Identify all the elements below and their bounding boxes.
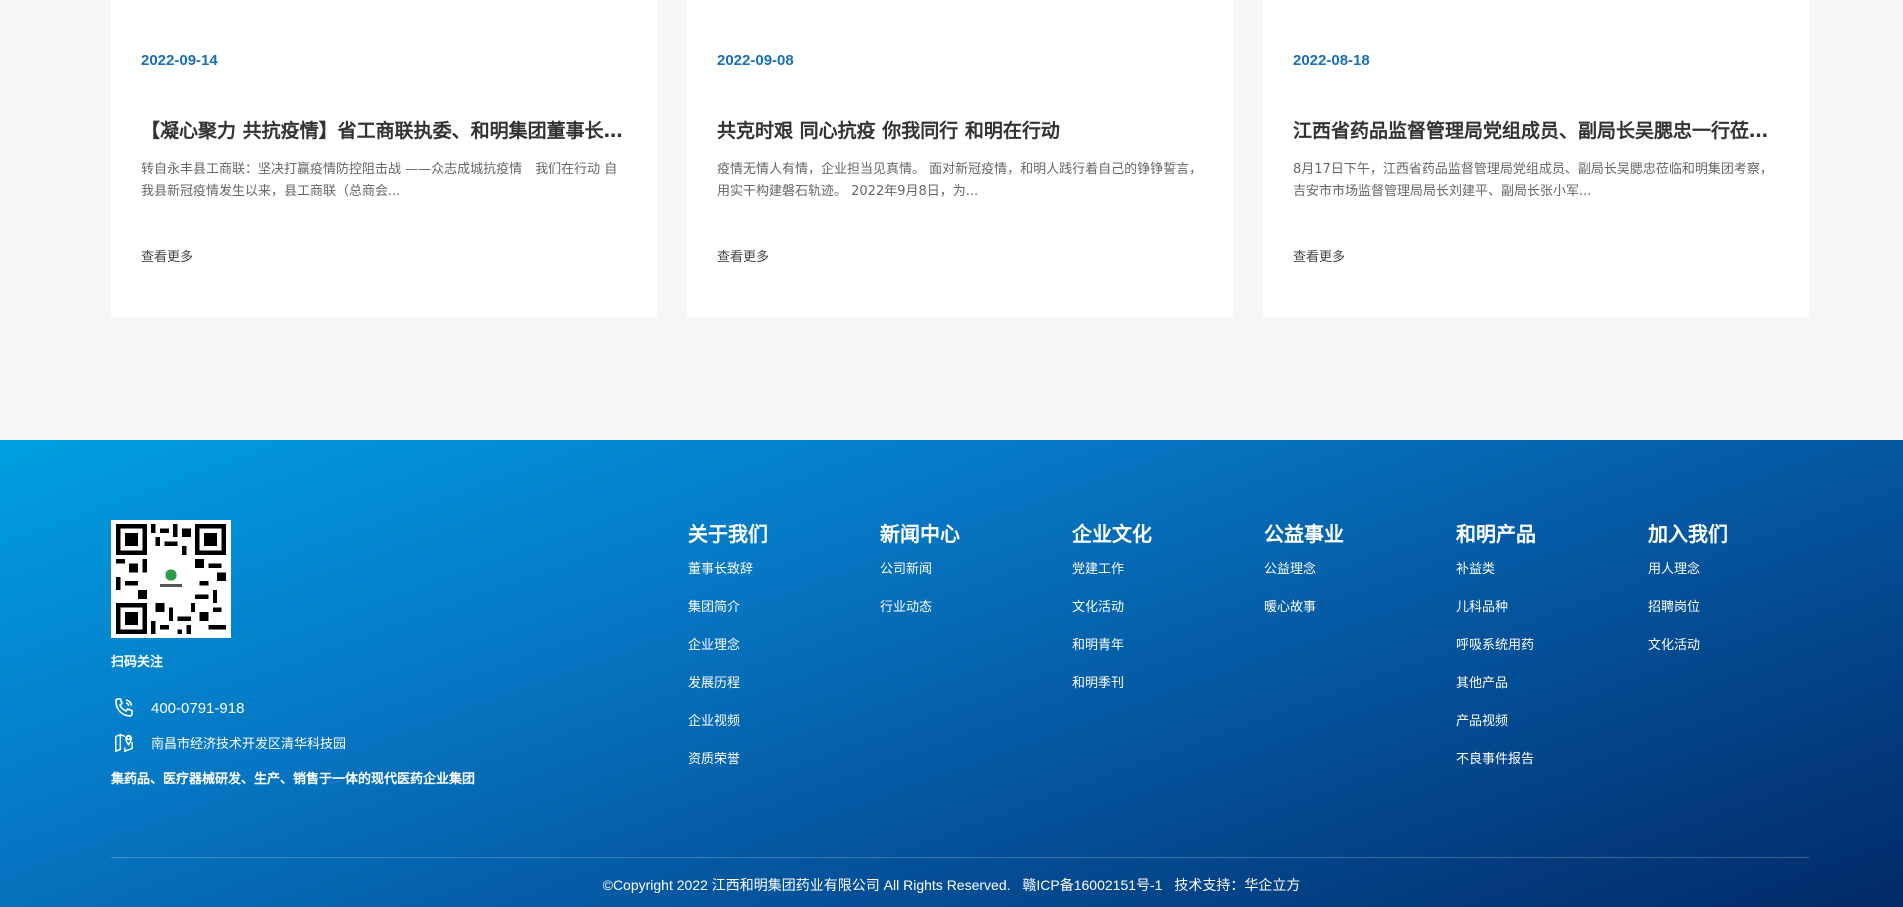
nav-heading[interactable]: 和明产品 — [1456, 518, 1536, 547]
qr-code-icon — [111, 520, 231, 638]
footer-nav-news: 新闻中心 公司新闻 行业动态 — [880, 518, 960, 637]
nav-link[interactable]: 和明青年 — [1072, 637, 1152, 655]
qr-label: 扫码关注 — [111, 655, 164, 670]
nav-link[interactable]: 其他产品 — [1456, 675, 1536, 693]
nav-link[interactable]: 公司新闻 — [880, 561, 960, 579]
nav-heading[interactable]: 企业文化 — [1072, 518, 1152, 547]
nav-link[interactable]: 资质荣誉 — [688, 751, 768, 769]
nav-link[interactable]: 发展历程 — [688, 675, 768, 693]
nav-link[interactable]: 集团简介 — [688, 599, 768, 617]
footer-nav-join: 加入我们 用人理念 招聘岗位 文化活动 — [1648, 518, 1728, 675]
news-excerpt: 转自永丰县工商联：坚决打赢疫情防控阻击战 ——众志成城抗疫情 我们在行动 自我县… — [141, 162, 618, 199]
news-date: 2022-08-18 — [1293, 52, 1370, 69]
icp-link[interactable]: 赣ICP备16002151号-1 — [1022, 877, 1162, 893]
read-more-link[interactable]: 查看更多 — [717, 246, 769, 265]
footer-divider — [111, 857, 1809, 858]
nav-link[interactable]: 用人理念 — [1648, 561, 1728, 579]
nav-link[interactable]: 行业动态 — [880, 599, 960, 617]
footer-nav-charity: 公益事业 公益理念 暖心故事 — [1264, 518, 1344, 637]
news-section: 2022-09-14 【凝心聚力 共抗疫情】省工商联执委、和明集团董事长… 转自… — [0, 0, 1903, 416]
address-contact: 南昌市经济技术开发区清华科技园 — [111, 730, 346, 754]
tech-support-link[interactable]: 技术支持：华企立方 — [1174, 877, 1300, 893]
footer-nav-culture: 企业文化 党建工作 文化活动 和明青年 和明季刊 — [1072, 518, 1152, 713]
news-title[interactable]: 【凝心聚力 共抗疫情】省工商联执委、和明集团董事长… — [141, 116, 627, 143]
nav-link[interactable]: 呼吸系统用药 — [1456, 637, 1536, 655]
nav-heading[interactable]: 公益事业 — [1264, 518, 1344, 547]
news-card[interactable]: 2022-09-14 【凝心聚力 共抗疫情】省工商联执委、和明集团董事长… 转自… — [111, 0, 657, 317]
nav-heading[interactable]: 关于我们 — [688, 518, 768, 547]
nav-link[interactable]: 和明季刊 — [1072, 675, 1152, 693]
map-icon — [111, 730, 137, 754]
nav-link[interactable]: 产品视频 — [1456, 713, 1536, 731]
news-excerpt: 疫情无情人有情，企业担当见真情。 面对新冠疫情，和明人践行着自己的铮铮誓言，用实… — [717, 162, 1203, 199]
nav-link[interactable]: 暖心故事 — [1264, 599, 1344, 617]
nav-link[interactable]: 董事长致辞 — [688, 561, 768, 579]
nav-heading[interactable]: 加入我们 — [1648, 518, 1728, 547]
footer-nav-products: 和明产品 补益类 儿科品种 呼吸系统用药 其他产品 产品视频 不良事件报告 — [1456, 518, 1536, 789]
nav-link[interactable]: 文化活动 — [1648, 637, 1728, 655]
copyright-text: ©Copyright 2022 江西和明集团药业有限公司 All Rights … — [602, 877, 1011, 893]
phone-icon — [111, 696, 137, 720]
nav-link[interactable]: 补益类 — [1456, 561, 1536, 579]
phone-contact: 400-0791-918 — [111, 696, 244, 720]
address-text: 南昌市经济技术开发区清华科技园 — [151, 736, 347, 752]
nav-link[interactable]: 不良事件报告 — [1456, 751, 1536, 769]
nav-link[interactable]: 公益理念 — [1264, 561, 1344, 579]
nav-link[interactable]: 党建工作 — [1072, 561, 1152, 579]
footer-nav-about: 关于我们 董事长致辞 集团简介 企业理念 发展历程 企业视频 资质荣誉 — [688, 518, 768, 789]
copyright-bar: ©Copyright 2022 江西和明集团药业有限公司 All Rights … — [0, 875, 1903, 895]
nav-link[interactable]: 招聘岗位 — [1648, 599, 1728, 617]
read-more-link[interactable]: 查看更多 — [141, 246, 193, 265]
news-card[interactable]: 2022-08-18 江西省药品监督管理局党组成员、副局长吴腮忠一行莅临… 8月… — [1263, 0, 1809, 317]
nav-link[interactable]: 企业视频 — [688, 713, 768, 731]
news-excerpt: 8月17日下午，江西省药品监督管理局党组成员、副局长吴腮忠莅临和明集团考察，吉安… — [1293, 162, 1773, 199]
nav-heading[interactable]: 新闻中心 — [880, 518, 960, 547]
news-date: 2022-09-14 — [141, 52, 218, 69]
read-more-link[interactable]: 查看更多 — [1293, 246, 1345, 265]
news-date: 2022-09-08 — [717, 52, 794, 69]
nav-link[interactable]: 企业理念 — [688, 637, 768, 655]
news-title[interactable]: 江西省药品监督管理局党组成员、副局长吴腮忠一行莅临… — [1293, 116, 1779, 143]
nav-link[interactable]: 文化活动 — [1072, 599, 1152, 617]
news-title[interactable]: 共克时艰 同心抗疫 你我同行 和明在行动 — [717, 116, 1203, 143]
company-tagline: 集药品、医疗器械研发、生产、销售于一体的现代医药企业集团 — [111, 772, 476, 787]
nav-link[interactable]: 儿科品种 — [1456, 599, 1536, 617]
news-card[interactable]: 2022-09-08 共克时艰 同心抗疫 你我同行 和明在行动 疫情无情人有情，… — [687, 0, 1233, 317]
site-footer: 扫码关注 400-0791-918 南昌市经济技术开发区清华科技园 集药品、医疗… — [0, 440, 1903, 907]
phone-number[interactable]: 400-0791-918 — [151, 700, 244, 717]
